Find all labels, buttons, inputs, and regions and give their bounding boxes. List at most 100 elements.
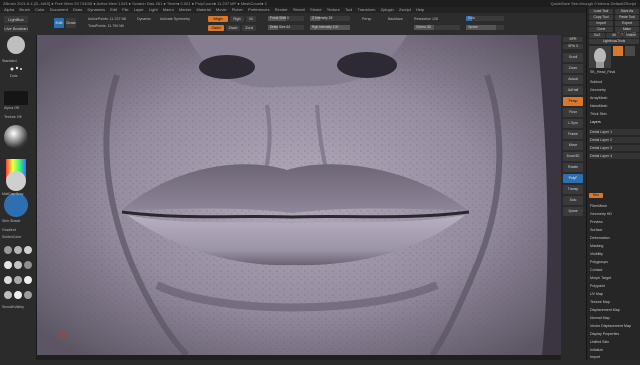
move-button[interactable]: Move	[563, 141, 583, 150]
zoom-button[interactable]: Zoom	[563, 64, 583, 73]
alpha-off-icon[interactable]	[4, 91, 28, 105]
switch-color-label[interactable]: SwitchColor	[2, 235, 21, 239]
make-polymesh-button[interactable]: Make PolyMesh3D	[615, 27, 639, 36]
tray-item-masking[interactable]: Masking	[589, 243, 640, 249]
rotate-button[interactable]: Rotate	[563, 163, 583, 172]
tray-item-display-properties[interactable]: Display Properties	[589, 331, 640, 337]
mat-swatch-5-icon[interactable]	[14, 261, 22, 269]
viewport-canvas[interactable]	[37, 35, 561, 355]
standard-brush-icon[interactable]	[7, 36, 25, 54]
tray-item-polypaint[interactable]: Polypaint	[589, 283, 640, 289]
transp-button[interactable]: Transp	[563, 185, 583, 194]
xpose-button[interactable]: Xpose	[563, 207, 583, 216]
gizmo-slider[interactable]: Gizmo 3D	[414, 25, 460, 30]
bpr-button[interactable]: BPR	[563, 37, 583, 42]
polyf-button[interactable]: PolyF	[563, 174, 583, 183]
lightbox-tools-button[interactable]: Lightbox▸Tools	[589, 39, 639, 44]
mat-swatch-6-icon[interactable]	[24, 261, 32, 269]
floor-button[interactable]: Floor	[563, 108, 583, 117]
rgb-intensity-slider[interactable]: Rgb Intensity 100	[310, 25, 350, 30]
title-right-controls[interactable]: QuickSave See-through 0 Menus DefaultZSc…	[551, 0, 636, 7]
tray-item-import[interactable]: Import	[589, 354, 640, 360]
m-button[interactable]: M	[246, 16, 256, 22]
thickskin-section[interactable]: Thick Skin	[589, 111, 640, 117]
load-tool-button[interactable]: Load Tool	[589, 9, 613, 14]
draw-button[interactable]: Draw	[66, 18, 76, 28]
visible-button[interactable]: Visible	[623, 33, 639, 38]
sculpt-model[interactable]	[37, 35, 561, 355]
spix-button[interactable]: SPix 3	[563, 44, 583, 49]
geometry-section[interactable]: Geometry	[589, 87, 640, 93]
layer-row-2[interactable]: Detail Layer 2	[589, 137, 640, 143]
mat-swatch-2-icon[interactable]	[14, 246, 22, 254]
symmetry-label[interactable]: Activate Symmetry	[160, 17, 190, 21]
geometry-hd-header[interactable]: Geometry HD	[589, 211, 640, 217]
nanomesh-section[interactable]: NanoMesh	[589, 103, 640, 109]
mrgb-button[interactable]: Mrgb	[208, 16, 228, 22]
skin-shade-icon[interactable]	[4, 193, 28, 217]
copy-tool-button[interactable]: Copy Tool	[589, 15, 613, 20]
record-button[interactable]: Rec	[589, 193, 603, 198]
simple-brush-icon[interactable]	[625, 46, 635, 56]
tray-item-displacement-map[interactable]: Displacement Map	[589, 307, 640, 313]
tray-item-surface[interactable]: Surface	[589, 227, 640, 233]
draw-size-slider[interactable]: Draw Size 64	[268, 25, 304, 30]
focal-shift-slider[interactable]: Focal Shift 0	[268, 16, 304, 21]
frame-button[interactable]: Frame	[563, 130, 583, 139]
export-button[interactable]: Export	[615, 21, 639, 26]
all-button[interactable]: All	[606, 33, 622, 38]
matcap-gray-icon[interactable]	[6, 171, 26, 191]
persp-button[interactable]: Persp	[563, 97, 583, 106]
import-button[interactable]: Import	[589, 21, 613, 26]
z-intensity-slider[interactable]: Z Intensity 25	[310, 16, 350, 21]
tray-item-unified-skin[interactable]: Unified Skin	[589, 339, 640, 345]
solo-button[interactable]: Solo	[563, 196, 583, 205]
dynamic-label[interactable]: Dynamic	[137, 17, 151, 21]
tray-item-texture-map[interactable]: Texture Map	[589, 299, 640, 305]
material-sphere-icon[interactable]	[4, 125, 28, 149]
tray-item-visibility[interactable]: Visibility	[589, 251, 640, 257]
tray-item-contact[interactable]: Contact	[589, 267, 640, 273]
live-boolean-button[interactable]: Live Boolean	[4, 25, 28, 32]
edit-button[interactable]: Edit	[54, 18, 64, 28]
layer-row-3[interactable]: Detail Layer 3	[589, 145, 640, 151]
xpose-slider[interactable]: Xpose	[466, 25, 504, 30]
lightbox-button[interactable]: LightBox	[4, 16, 28, 23]
fibermesh-header[interactable]: FiberMesh	[589, 203, 640, 209]
zadd-button[interactable]: Zadd	[208, 25, 224, 31]
paste-tool-button[interactable]: Paste Tool	[615, 15, 639, 20]
tray-item-morph-target[interactable]: Morph Target	[589, 275, 640, 281]
zoom3d-button[interactable]: Zoom3D	[563, 152, 583, 161]
mat-swatch-3-icon[interactable]	[24, 246, 32, 254]
resolution-label[interactable]: Resolution 128	[414, 17, 438, 21]
head-thumbnail[interactable]	[589, 46, 611, 68]
tray-item-deformation[interactable]: Deformation	[589, 235, 640, 241]
scroll-button[interactable]: Scroll	[563, 53, 583, 62]
backface-label[interactable]: Backface	[388, 17, 403, 21]
aahalf-button[interactable]: AAHalf	[563, 86, 583, 95]
layer-row-4[interactable]: Detail Layer 4	[589, 153, 640, 159]
rgb-button[interactable]: Rgb	[230, 16, 244, 22]
gradient-label[interactable]: Gradient	[2, 228, 16, 232]
zsub-button[interactable]: Zsub	[226, 25, 240, 31]
mat-swatch-4-icon[interactable]	[4, 261, 12, 269]
solo-slider[interactable]: Solo	[466, 16, 504, 21]
actual-button[interactable]: Actual	[563, 75, 583, 84]
tray-item-normal-map[interactable]: Normal Map	[589, 315, 640, 321]
preview-header[interactable]: Preview	[589, 219, 640, 225]
sphere-tool-icon[interactable]	[613, 46, 623, 56]
save-as-button[interactable]: Save As	[615, 9, 639, 14]
tray-item-uv-map[interactable]: UV Map	[589, 291, 640, 297]
subtool-section[interactable]: Subtool	[589, 79, 640, 85]
layer-row-1[interactable]: Detail Layer 1	[589, 129, 640, 135]
persp-label[interactable]: Persp	[362, 17, 371, 21]
tray-item-vector-displacement[interactable]: Vector Displacement Map	[589, 323, 640, 329]
layers-section[interactable]: Layers	[589, 119, 640, 125]
goz-button[interactable]: GoZ	[589, 33, 605, 38]
tray-item-initialize[interactable]: Initialize	[589, 347, 640, 353]
lsym-button[interactable]: L.Sym	[563, 119, 583, 128]
zcut-button[interactable]: Zcut	[242, 25, 256, 31]
mat-swatch-1-icon[interactable]	[4, 246, 12, 254]
clone-button[interactable]: Clone	[589, 27, 613, 32]
arraymesh-section[interactable]: ArrayMesh	[589, 95, 640, 101]
